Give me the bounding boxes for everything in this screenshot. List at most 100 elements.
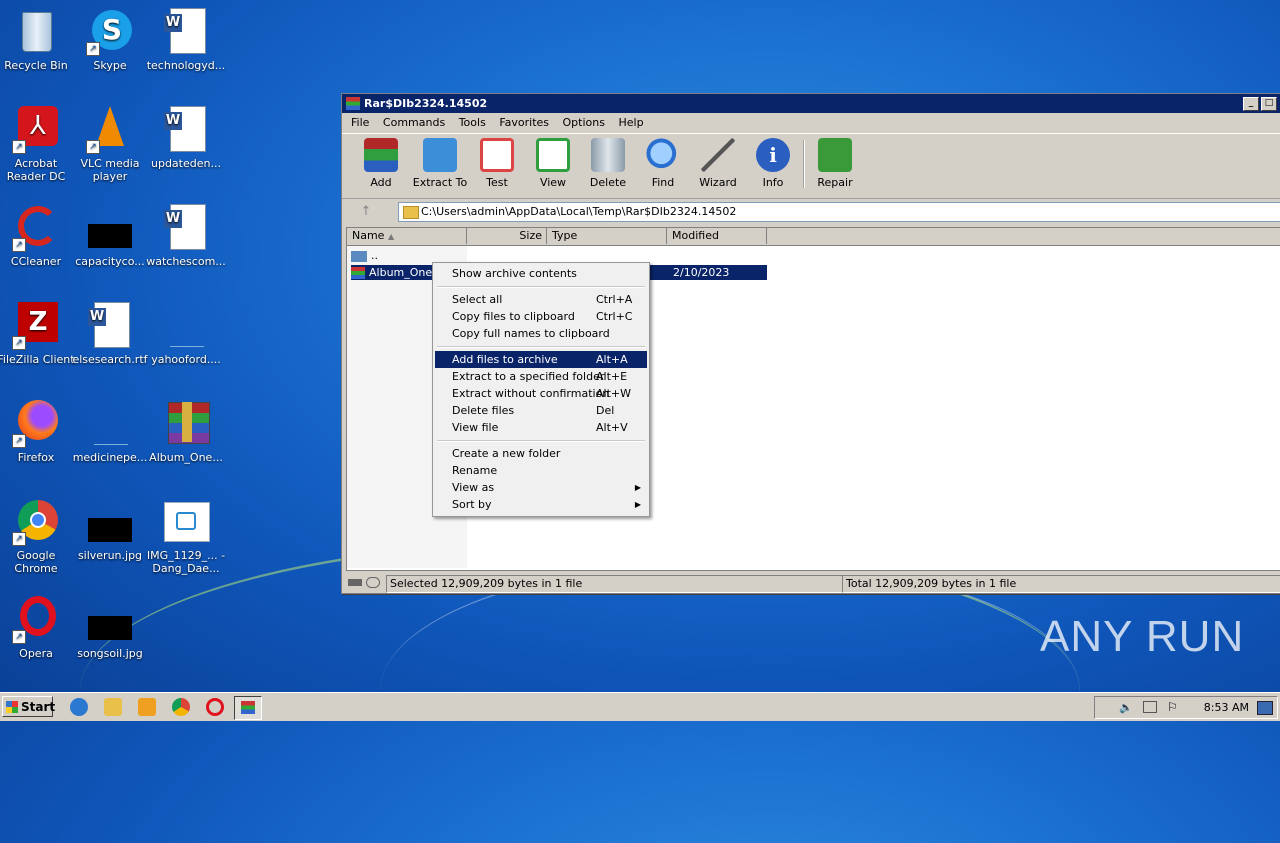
desktop-icon-img-1129[interactable]: IMG_1129_... - Dang_Dae...	[146, 498, 226, 575]
toolbar-find-button[interactable]: Find	[633, 138, 693, 189]
menu-item-show-archive-contents[interactable]: Show archive contents	[435, 265, 647, 282]
menu-item-rename[interactable]: Rename	[435, 462, 647, 479]
list-item[interactable]: ..	[351, 248, 467, 263]
start-button[interactable]: Start	[2, 696, 55, 717]
menu-item-copy-files[interactable]: Copy files to clipboard Ctrl+C	[435, 308, 647, 325]
menu-item-copy-full-names[interactable]: Copy full names to clipboard	[435, 325, 647, 342]
menu-item-select-all[interactable]: Select all Ctrl+A	[435, 291, 647, 308]
menu-item-sort-by[interactable]: Sort by ▶	[435, 496, 647, 513]
menu-help[interactable]: Help	[613, 116, 648, 129]
window-titlebar[interactable]: Rar$DIb2324.14502 _ □	[342, 94, 1280, 113]
desktop-icon-songsoil[interactable]: songsoil.jpg	[70, 596, 150, 660]
menu-item-extract-without-confirmation[interactable]: Extract without confirmation Alt+W	[435, 385, 647, 402]
opera-taskbar-icon[interactable]	[206, 698, 224, 716]
media-player-taskbar-icon[interactable]	[138, 698, 156, 716]
minimize-button[interactable]: _	[1243, 97, 1259, 111]
desktop-icon-skype[interactable]: S ↗ Skype	[70, 8, 150, 72]
menu-options[interactable]: Options	[558, 116, 610, 129]
show-desktop-icon[interactable]	[1257, 701, 1273, 715]
toolbar-add-button[interactable]: Add	[351, 138, 411, 189]
test-clipboard-icon	[480, 138, 514, 172]
desktop-icon-silverun[interactable]: silverun.jpg	[70, 498, 150, 562]
desktop-icon-acrobat[interactable]: ⅄ ↗ Acrobat Reader DC	[0, 106, 76, 183]
winrar-icon	[346, 97, 360, 110]
system-tray: 🔈 ⚐ 8:53 AM	[1094, 696, 1278, 719]
menu-item-extract-to-folder[interactable]: Extract to a specified folder Alt+E	[435, 368, 647, 385]
winrar-archive-icon	[351, 267, 365, 279]
desktop-icon-firefox[interactable]: ↗ Firefox	[0, 400, 76, 464]
desktop-icon-opera[interactable]: ↗ Opera	[0, 596, 76, 660]
menu-commands[interactable]: Commands	[378, 116, 450, 129]
toolbar-test-button[interactable]: Test	[467, 138, 527, 189]
toolbar: Add Extract To Test View Delete Find Wiz…	[342, 133, 1280, 199]
menu-item-delete-files[interactable]: Delete files Del	[435, 402, 647, 419]
menu-tools[interactable]: Tools	[454, 116, 491, 129]
word-doc-icon: W	[162, 8, 210, 56]
menu-file[interactable]: File	[346, 116, 374, 129]
action-center-flag-icon[interactable]: ⚐	[1167, 700, 1178, 714]
disk-icon	[348, 579, 362, 586]
status-bar: Selected 12,909,209 bytes in 1 file Tota…	[342, 573, 1280, 593]
chrome-taskbar-icon[interactable]	[172, 698, 190, 716]
column-modified[interactable]: Modified	[667, 228, 767, 244]
desktop-icon-recycle-bin[interactable]: Recycle Bin	[0, 8, 76, 72]
toolbar-delete-button[interactable]: Delete	[578, 138, 638, 189]
desktop-icon-filezilla[interactable]: Z ↗ FileZilla Client	[0, 302, 76, 366]
column-name[interactable]: Name ▲	[347, 228, 467, 244]
black-thumbnail-icon	[86, 596, 134, 644]
column-size[interactable]: Size	[467, 228, 547, 244]
winrar-taskbar-button[interactable]	[234, 696, 262, 720]
menu-item-view-as[interactable]: View as ▶	[435, 479, 647, 496]
menu-item-add-files[interactable]: Add files to archive Alt+A	[435, 351, 647, 368]
ie-taskbar-icon[interactable]	[70, 698, 88, 716]
toolbar-view-button[interactable]: View	[523, 138, 583, 189]
network-icon[interactable]	[1143, 701, 1157, 713]
submenu-arrow-icon: ▶	[634, 500, 641, 509]
maximize-button[interactable]: □	[1261, 97, 1277, 111]
menu-separator	[437, 346, 645, 348]
desktop-icon-chrome[interactable]: ↗ Google Chrome	[0, 498, 76, 575]
desktop-icon-vlc[interactable]: ↗ VLC media player	[70, 106, 150, 183]
toolbar-info-button[interactable]: i Info	[743, 138, 803, 189]
menu-favorites[interactable]: Favorites	[494, 116, 554, 129]
desktop-icon-yahooford[interactable]: yahooford....	[146, 302, 226, 366]
recycle-bin-icon	[12, 8, 60, 56]
desktop-icon-updateden[interactable]: W updateden...	[146, 106, 226, 170]
blank-file-icon	[86, 400, 134, 448]
menu-separator	[437, 440, 645, 442]
desktop-icon-ccleaner[interactable]: ↗ CCleaner	[0, 204, 76, 268]
menu-item-view-file[interactable]: View file Alt+V	[435, 419, 647, 436]
skype-icon: S ↗	[86, 8, 134, 56]
address-field[interactable]: C:\Users\admin\AppData\Local\Temp\Rar$DI…	[398, 202, 1280, 222]
desktop-icon-watchescom[interactable]: W watchescom...	[146, 204, 226, 268]
toolbar-extract-to-button[interactable]: Extract To	[410, 138, 470, 189]
up-folder-button[interactable]: ↑	[348, 202, 384, 222]
explorer-taskbar-icon[interactable]	[104, 698, 122, 716]
wallpaper-swoosh	[380, 560, 1080, 822]
chrome-icon: ↗	[12, 498, 60, 546]
toolbar-wizard-button[interactable]: Wizard	[688, 138, 748, 189]
clock[interactable]: 8:53 AM	[1204, 697, 1249, 718]
menu-item-create-folder[interactable]: Create a new folder	[435, 445, 647, 462]
desktop-icon-technologyd[interactable]: W technologyd...	[146, 8, 226, 72]
firefox-icon: ↗	[12, 400, 60, 448]
windows-logo-icon	[6, 701, 18, 713]
context-menu: Show archive contents Select all Ctrl+A C…	[432, 262, 650, 517]
volume-icon[interactable]: 🔈	[1119, 701, 1133, 714]
trash-icon	[591, 138, 625, 172]
column-type[interactable]: Type	[547, 228, 667, 244]
wand-icon	[701, 138, 735, 172]
desktop-icon-medicinepe[interactable]: medicinepe...	[70, 400, 150, 464]
winrar-icon	[241, 701, 255, 714]
black-thumbnail-icon	[86, 498, 134, 546]
status-selected: Selected 12,909,209 bytes in 1 file	[386, 575, 843, 593]
winrar-archive-icon	[162, 400, 210, 448]
desktop-icon-elsesearch[interactable]: W elsesearch.rtf	[70, 302, 150, 366]
desktop-icon-album-one[interactable]: Album_One...	[146, 400, 226, 464]
desktop-icon-capacityco[interactable]: capacityco...	[70, 204, 150, 268]
folder-icon	[403, 206, 419, 219]
view-book-icon	[536, 138, 570, 172]
extract-folder-icon	[423, 138, 457, 172]
toolbar-repair-button[interactable]: Repair	[805, 138, 865, 189]
word-doc-icon: W	[86, 302, 134, 350]
